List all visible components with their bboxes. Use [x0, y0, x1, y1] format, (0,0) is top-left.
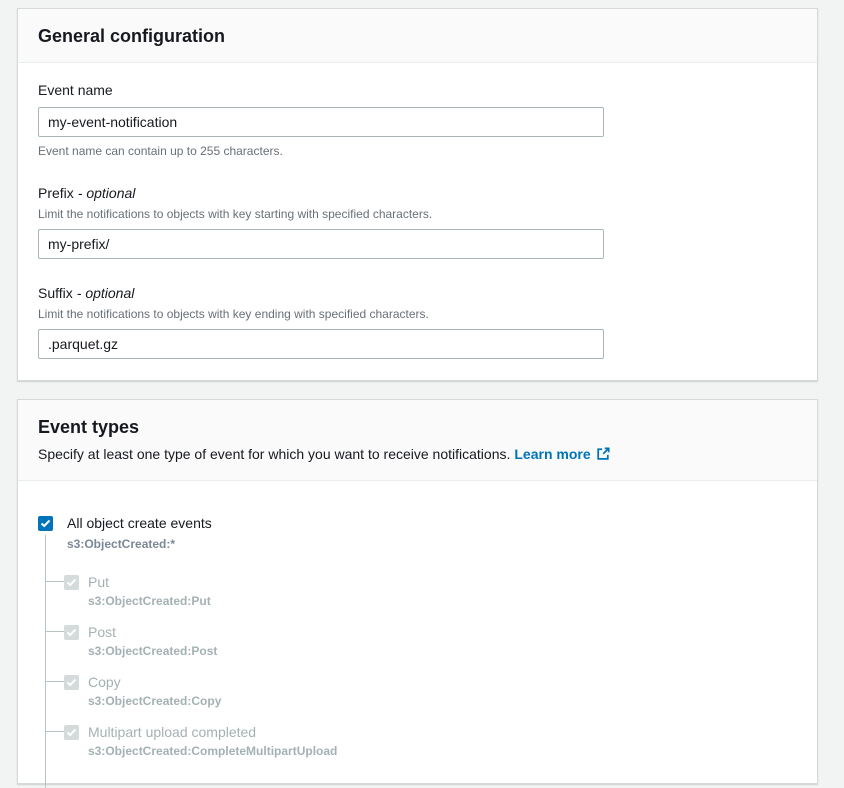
child-row: Multipart upload completed: [64, 723, 797, 741]
post-code: s3:ObjectCreated:Post: [88, 643, 797, 659]
suffix-label-text: Suffix: [38, 285, 73, 301]
general-configuration-card: General configuration Event name Event n…: [17, 8, 818, 381]
prefix-input[interactable]: [38, 229, 604, 259]
event-types-description: Specify at least one type of event for w…: [38, 446, 510, 462]
event-types-header: Event types Specify at least one type of…: [18, 400, 817, 481]
suffix-description: Limit the notifications to objects with …: [38, 306, 797, 322]
prefix-optional-flag: - optional: [78, 185, 136, 201]
learn-more-link[interactable]: Learn more: [514, 446, 590, 462]
multipart-upload-checkbox: [64, 725, 79, 740]
all-object-create-events-checkbox[interactable]: [38, 516, 53, 531]
event-types-card: Event types Specify at least one type of…: [17, 399, 818, 784]
event-types-tree: All object create events s3:ObjectCreate…: [38, 514, 797, 759]
suffix-input[interactable]: [38, 329, 604, 359]
post-checkbox: [64, 625, 79, 640]
child-row: Put: [64, 573, 797, 591]
general-configuration-header: General configuration: [18, 9, 817, 63]
suffix-optional-flag: - optional: [77, 285, 135, 301]
general-configuration-title: General configuration: [38, 24, 797, 48]
copy-label: Copy: [88, 673, 121, 691]
all-object-create-events-row: All object create events: [38, 514, 797, 532]
event-type-child-copy: Copy s3:ObjectCreated:Copy: [64, 673, 797, 709]
all-object-create-events-label: All object create events: [67, 514, 212, 532]
prefix-label-text: Prefix: [38, 185, 74, 201]
copy-code: s3:ObjectCreated:Copy: [88, 693, 797, 709]
event-type-child-post: Post s3:ObjectCreated:Post: [64, 623, 797, 659]
event-name-helper: Event name can contain up to 255 charact…: [38, 143, 797, 159]
event-type-children: Put s3:ObjectCreated:Put Post s3:ObjectC…: [38, 573, 797, 759]
all-object-create-events-code: s3:ObjectCreated:*: [67, 536, 797, 552]
prefix-group: Prefix- optional Limit the notifications…: [38, 183, 797, 259]
put-code: s3:ObjectCreated:Put: [88, 593, 797, 609]
child-row: Post: [64, 623, 797, 641]
event-types-title: Event types: [38, 415, 797, 439]
general-configuration-body: Event name Event name can contain up to …: [18, 63, 817, 380]
page: General configuration Event name Event n…: [0, 0, 844, 741]
post-label: Post: [88, 623, 116, 641]
external-link-icon: [596, 448, 610, 464]
event-types-description-line: Specify at least one type of event for w…: [38, 444, 797, 466]
copy-checkbox: [64, 675, 79, 690]
prefix-description: Limit the notifications to objects with …: [38, 206, 797, 222]
multipart-upload-code: s3:ObjectCreated:CompleteMultipartUpload: [88, 743, 797, 759]
event-types-body: All object create events s3:ObjectCreate…: [18, 481, 817, 783]
put-label: Put: [88, 573, 109, 591]
prefix-label: Prefix- optional: [38, 183, 797, 203]
event-type-child-put: Put s3:ObjectCreated:Put: [64, 573, 797, 609]
suffix-label: Suffix- optional: [38, 283, 797, 303]
event-name-input[interactable]: [38, 107, 604, 137]
event-name-label: Event name: [38, 80, 797, 100]
put-checkbox: [64, 575, 79, 590]
event-type-child-multipart: Multipart upload completed s3:ObjectCrea…: [64, 723, 797, 759]
child-row: Copy: [64, 673, 797, 691]
multipart-upload-label: Multipart upload completed: [88, 723, 256, 741]
event-name-group: Event name Event name can contain up to …: [38, 80, 797, 159]
suffix-group: Suffix- optional Limit the notifications…: [38, 283, 797, 359]
